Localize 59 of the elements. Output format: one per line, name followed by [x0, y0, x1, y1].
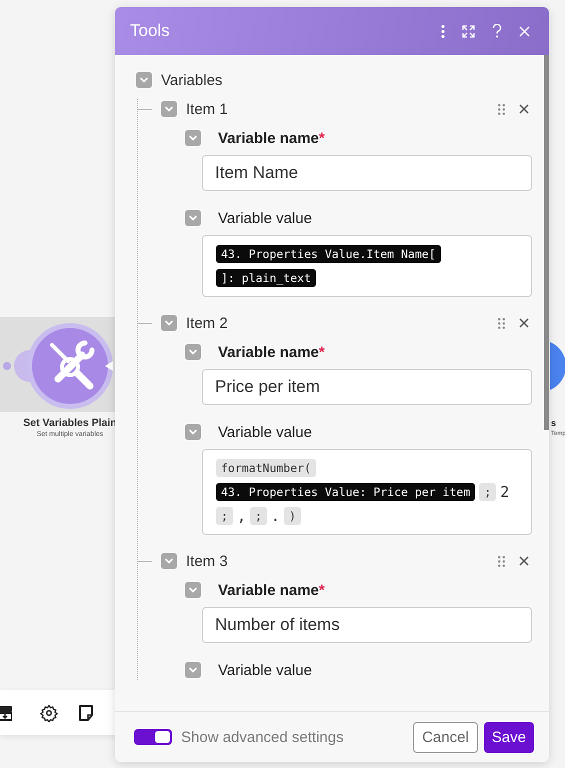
- required-mark: *: [318, 130, 325, 146]
- dialog-title: Tools: [130, 21, 171, 41]
- close-icon[interactable]: [519, 104, 529, 114]
- code-field[interactable]: 43. Properties Value.Item Name[ ]: plain_text: [202, 235, 532, 297]
- collapse-toggle-icon[interactable]: [161, 315, 177, 331]
- note-icon[interactable]: [78, 704, 94, 720]
- function-pill[interactable]: formatNumber(: [216, 459, 316, 477]
- collapse-toggle-icon[interactable]: [185, 210, 201, 226]
- drag-handle-icon[interactable]: [498, 104, 505, 114]
- collapse-toggle-icon[interactable]: [185, 130, 201, 146]
- code-text: .: [270, 507, 280, 525]
- toggle-label: Show advanced settings: [181, 728, 345, 746]
- required-mark: *: [318, 344, 325, 360]
- text-field[interactable]: Item Name: [202, 155, 532, 191]
- collapse-toggle-icon[interactable]: [185, 344, 201, 360]
- scrollbar[interactable]: [544, 55, 549, 430]
- collapse-toggle-icon[interactable]: [185, 662, 201, 678]
- item-label: Item 2: [186, 314, 229, 332]
- collapse-toggle-icon[interactable]: [185, 424, 201, 440]
- item-label: Item 1: [186, 100, 229, 118]
- variable-pill[interactable]: 43. Properties Value: Price per item: [216, 483, 476, 501]
- field-label: Variable value: [218, 662, 312, 678]
- tray-icon[interactable]: [0, 704, 12, 722]
- function-pill[interactable]: ;: [216, 507, 233, 525]
- section-label: Variables: [161, 72, 222, 88]
- close-icon[interactable]: [519, 556, 529, 566]
- collapse-toggle-icon[interactable]: [161, 553, 177, 569]
- function-pill[interactable]: ;: [479, 483, 496, 501]
- node-title: s: [551, 418, 556, 428]
- variable-pill[interactable]: 43. Properties Value.Item Name[: [216, 245, 441, 263]
- collapse-toggle-icon[interactable]: [185, 582, 201, 598]
- node-drawing[interactable]: [0, 323, 115, 411]
- text-field[interactable]: Number of items: [202, 607, 532, 643]
- drag-handle-icon[interactable]: [498, 318, 505, 328]
- code-text: ,: [236, 507, 246, 525]
- field-label: Variable value: [218, 424, 312, 440]
- item-label: Item 3: [186, 552, 229, 570]
- field-label: Variable name: [218, 344, 319, 360]
- function-pill[interactable]: ): [284, 507, 301, 525]
- save-button[interactable]: Save: [484, 722, 534, 752]
- code-text: 2: [500, 483, 510, 501]
- more-icon[interactable]: [441, 24, 445, 38]
- drag-handle-icon[interactable]: [498, 556, 505, 566]
- expand-icon[interactable]: [462, 24, 475, 38]
- variable-pill[interactable]: ]: plain_text: [216, 269, 316, 287]
- function-pill[interactable]: ;: [250, 507, 267, 525]
- collapse-toggle-icon[interactable]: [161, 101, 177, 117]
- collapse-toggle-icon[interactable]: [136, 72, 152, 88]
- field-label: Variable name: [218, 582, 319, 598]
- text-field[interactable]: Price per item: [202, 369, 532, 405]
- cancel-button[interactable]: Cancel: [413, 722, 478, 752]
- code-field[interactable]: formatNumber( 43. Properties Value: Price per item ; 2 ; , ; . ): [202, 449, 532, 535]
- field-label: Variable name: [218, 130, 319, 146]
- field-label: Variable value: [218, 210, 312, 226]
- toggle-switch[interactable]: [134, 729, 172, 745]
- required-mark: *: [318, 582, 325, 598]
- settings-icon[interactable]: [40, 704, 58, 722]
- help-icon[interactable]: [492, 24, 502, 38]
- close-icon[interactable]: [519, 318, 529, 328]
